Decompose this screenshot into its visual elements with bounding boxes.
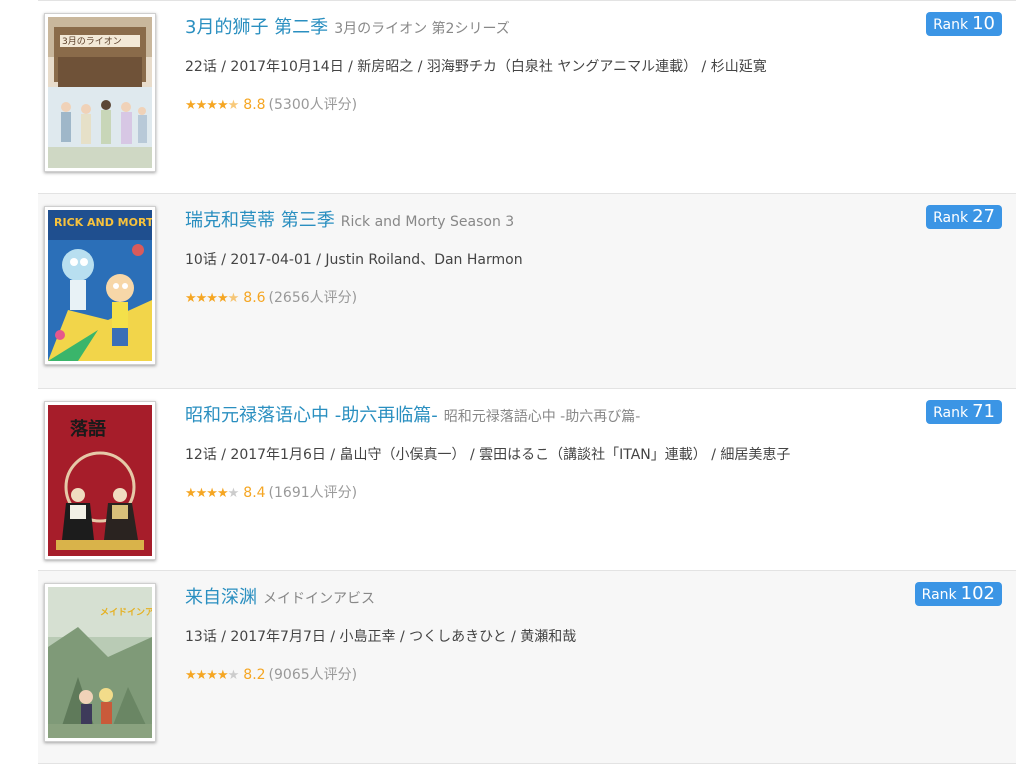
list-item: 3月のライオン 3月的狮子 第二季 3月のライオン 第2シリーズ 22话 / 20… bbox=[38, 0, 1016, 194]
list-item: 落語 昭和元禄落语心中 -助六再临篇- 昭和元禄落語心中 -助六再び篇- 12话 … bbox=[38, 389, 1016, 571]
title-link[interactable]: 瑞克和莫蒂 第三季 bbox=[185, 210, 335, 231]
rank-number: 10 bbox=[972, 13, 995, 34]
original-title: 昭和元禄落語心中 -助六再び篇- bbox=[443, 409, 641, 425]
title-row: 昭和元禄落语心中 -助六再临篇- 昭和元禄落語心中 -助六再び篇- bbox=[185, 401, 640, 427]
rating: ★★★★★ 8.2 (9065人评分) bbox=[185, 664, 357, 684]
star-rating-icon: ★★★★★ bbox=[185, 291, 239, 306]
original-title: 3月のライオン 第2シリーズ bbox=[334, 21, 510, 37]
poster-image[interactable]: メイドインアビス bbox=[44, 583, 156, 742]
rank-number: 27 bbox=[972, 206, 995, 227]
score: 8.6 bbox=[243, 290, 266, 306]
rank-label: Rank bbox=[933, 210, 969, 226]
original-title: メイドインアビス bbox=[263, 591, 375, 607]
rank-label: Rank bbox=[921, 587, 957, 603]
rating-count: (2656人评分) bbox=[268, 290, 358, 306]
rank-number: 102 bbox=[960, 583, 995, 604]
rating-count: (9065人评分) bbox=[268, 667, 358, 683]
score: 8.4 bbox=[243, 485, 266, 501]
rank-badge[interactable]: Rank 102 bbox=[914, 582, 1002, 606]
title-link[interactable]: 3月的狮子 第二季 bbox=[185, 17, 328, 38]
title-link[interactable]: 昭和元禄落语心中 -助六再临篇- bbox=[185, 405, 438, 426]
score: 8.8 bbox=[243, 97, 266, 113]
meta-info: 10话 / 2017-04-01 / Justin Roiland、Dan Ha… bbox=[185, 252, 523, 268]
title-row: 3月的狮子 第二季 3月のライオン 第2シリーズ bbox=[185, 13, 510, 39]
title-link[interactable]: 来自深渊 bbox=[185, 587, 257, 608]
poster-image[interactable]: 3月のライオン bbox=[44, 13, 156, 172]
list-item: メイドインアビス 来自深渊メイドインアビス 13话 / 2017年7月7日 / … bbox=[38, 571, 1016, 764]
rating: ★★★★★ 8.6 (2656人评分) bbox=[185, 287, 357, 307]
meta-info: 22话 / 2017年10月14日 / 新房昭之 / 羽海野チカ（白泉社 ヤング… bbox=[185, 59, 767, 75]
meta-info: 13话 / 2017年7月7日 / 小島正幸 / つくしあきひと / 黄瀬和哉 bbox=[185, 629, 577, 645]
rank-badge[interactable]: Rank 10 bbox=[926, 12, 1002, 36]
rank-number: 71 bbox=[972, 401, 995, 422]
rating-count: (1691人评分) bbox=[268, 485, 358, 501]
original-title: Rick and Morty Season 3 bbox=[340, 214, 515, 230]
title-row: 来自深渊 メイドインアビス bbox=[185, 583, 375, 609]
anime-ranking-list: 3月のライオン 3月的狮子 第二季 3月のライオン 第2シリーズ 22话 / 20… bbox=[38, 0, 1016, 764]
score: 8.2 bbox=[243, 667, 266, 683]
rating: ★★★★★ 8.8 (5300人评分) bbox=[185, 94, 357, 114]
rating: ★★★★★ 8.4 (1691人评分) bbox=[185, 482, 357, 502]
star-rating-icon: ★★★★★ bbox=[185, 486, 239, 501]
poster-title-text: RICK AND MORTY bbox=[54, 216, 152, 229]
poster-image[interactable]: 落語 bbox=[44, 401, 156, 560]
title-row: 瑞克和莫蒂 第三季 Rick and Morty Season 3 bbox=[185, 206, 514, 232]
star-rating-icon: ★★★★★ bbox=[185, 98, 239, 113]
poster-title-text: メイドインアビス bbox=[100, 606, 152, 618]
poster-title-text: 落語 bbox=[70, 418, 106, 440]
rank-badge[interactable]: Rank 27 bbox=[926, 205, 1002, 229]
rank-badge[interactable]: Rank 71 bbox=[926, 400, 1002, 424]
rating-count: (5300人评分) bbox=[268, 97, 358, 113]
rank-label: Rank bbox=[933, 17, 969, 33]
star-rating-icon: ★★★★★ bbox=[185, 668, 239, 683]
rank-label: Rank bbox=[933, 405, 969, 421]
list-item: RICK AND MORTY 瑞克和莫蒂 第三季 Rick and Morty S… bbox=[38, 194, 1016, 389]
poster-title-text: 3月のライオン bbox=[62, 36, 122, 47]
poster-image[interactable]: RICK AND MORTY bbox=[44, 206, 156, 365]
meta-info: 12话 / 2017年1月6日 / 畠山守（小俣真一） / 雲田はるこ（講談社「… bbox=[185, 447, 791, 463]
